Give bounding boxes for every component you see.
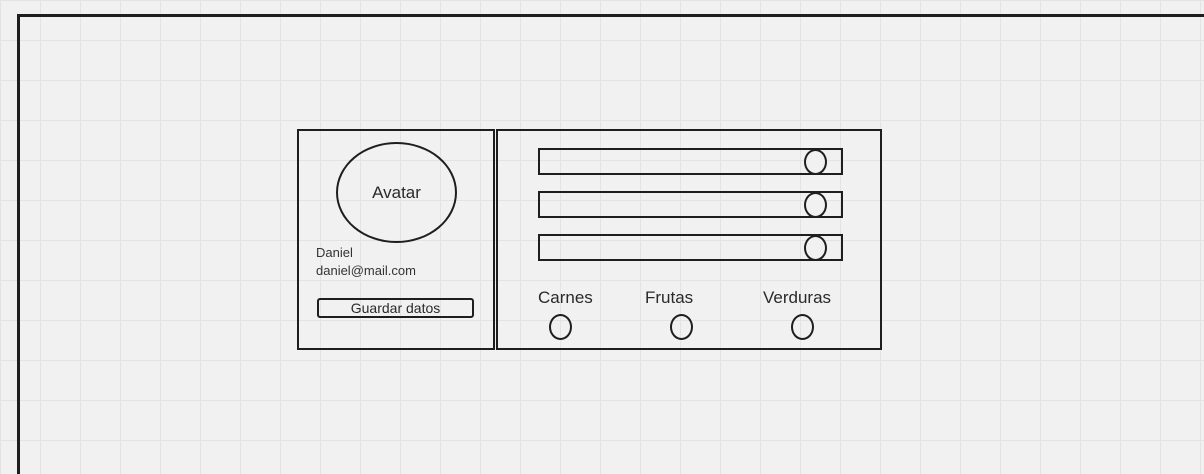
slider-knob-3[interactable] (804, 235, 827, 261)
avatar-label: Avatar (372, 182, 421, 202)
avatar: Avatar (336, 142, 457, 243)
radio-carnes[interactable] (549, 314, 572, 340)
slider-knob-2[interactable] (804, 192, 827, 218)
slider-track-3[interactable] (538, 234, 843, 261)
option-label-verduras: Verduras (763, 288, 832, 307)
slider-knob-1[interactable] (804, 149, 827, 175)
save-data-button[interactable]: Guardar datos (317, 298, 474, 318)
user-name: Daniel (316, 245, 353, 260)
option-label-frutas: Frutas (645, 288, 694, 307)
radio-frutas[interactable] (670, 314, 693, 340)
slider-track-1[interactable] (538, 148, 843, 175)
radio-verduras[interactable] (791, 314, 814, 340)
slider-track-2[interactable] (538, 191, 843, 218)
option-label-carnes: Carnes (538, 288, 593, 307)
user-email: daniel@mail.com (316, 263, 416, 278)
